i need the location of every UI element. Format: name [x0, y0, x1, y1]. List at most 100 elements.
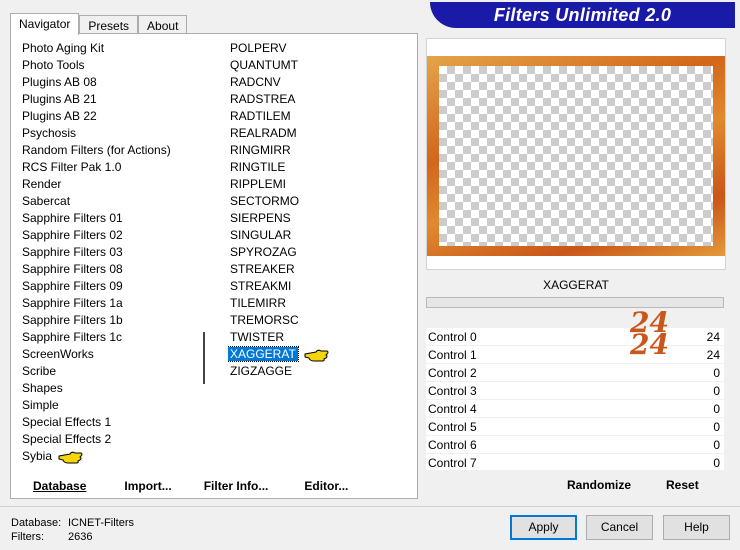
category-item[interactable]: Sapphire Filters 09 [20, 278, 200, 295]
control-value: 0 [713, 402, 720, 416]
cancel-button[interactable]: Cancel [586, 515, 653, 540]
control-row[interactable]: Control 6 0 [426, 436, 724, 454]
control-label: Control 1 [428, 348, 477, 362]
control-value: 0 [713, 384, 720, 398]
filter-item[interactable]: QUANTUMT [228, 57, 413, 74]
category-item[interactable]: Special Effects 1 [20, 414, 200, 431]
separator [0, 506, 740, 507]
category-scrollbar[interactable] [200, 40, 217, 470]
control-row[interactable]: Control 3 0 [426, 382, 724, 400]
help-button[interactable]: Help [663, 515, 730, 540]
category-item[interactable]: Photo Tools [20, 57, 200, 74]
control-label: Control 0 [428, 330, 477, 344]
filters-value: 2636 [68, 531, 93, 543]
category-item[interactable]: Sapphire Filters 1c [20, 329, 200, 346]
filter-list[interactable]: POLPERV QUANTUMT RADCNV RADSTREA RADTILEM REA… [228, 40, 413, 470]
control-value: 24 [706, 348, 720, 362]
filter-name: XAGGERAT [426, 274, 726, 296]
filter-item[interactable]: SINGULAR [228, 227, 413, 244]
value-annotation: 24 24 [630, 309, 680, 361]
category-item[interactable]: Sapphire Filters 1b [20, 312, 200, 329]
category-item[interactable]: Shapes [20, 380, 200, 397]
control-row[interactable]: Control 7 0 [426, 454, 724, 470]
category-item[interactable]: Sybia [20, 448, 200, 465]
category-item[interactable]: ScreenWorks [20, 346, 200, 363]
apply-button[interactable]: Apply [510, 515, 577, 540]
category-list[interactable]: Photo Aging Kit Photo Tools Plugins AB 08 P… [20, 40, 200, 470]
control-row[interactable]: Control 5 0 [426, 418, 724, 436]
randomize-button[interactable]: Randomize [567, 478, 631, 492]
filter-item[interactable]: RADTILEM [228, 108, 413, 125]
scroll-thumb[interactable] [203, 332, 205, 384]
category-item[interactable]: Plugins AB 08 [20, 74, 200, 91]
filter-item[interactable]: STREAKER [228, 261, 413, 278]
control-value: 0 [713, 438, 720, 452]
control-label: Control 4 [428, 402, 477, 416]
category-item[interactable]: Sapphire Filters 08 [20, 261, 200, 278]
preview-frame [427, 56, 725, 256]
control-value: 24 [706, 330, 720, 344]
filter-item[interactable]: RINGTILE [228, 159, 413, 176]
progress-bar [426, 297, 724, 308]
preview-panel [426, 38, 726, 270]
tab-navigator[interactable]: Navigator [10, 13, 80, 35]
category-item[interactable]: Sapphire Filters 03 [20, 244, 200, 261]
filter-item[interactable]: TREMORSC [228, 312, 413, 329]
preview-transparency [439, 66, 713, 246]
category-item[interactable]: Photo Aging Kit [20, 40, 200, 57]
control-label: Control 6 [428, 438, 477, 452]
filter-info-button[interactable]: Filter Info... [200, 479, 273, 493]
control-value: 0 [713, 456, 720, 470]
control-label: Control 5 [428, 420, 477, 434]
tab-bar: Navigator Presets About [10, 13, 188, 35]
filters-label: Filters: [11, 531, 44, 543]
filter-item[interactable]: STREAKMI [228, 278, 413, 295]
category-item[interactable]: Simple [20, 397, 200, 414]
footer-info: Database: ICNET-Filters Filters: 2636 [11, 516, 134, 544]
control-row[interactable]: Control 4 0 [426, 400, 724, 418]
database-button[interactable]: Database [29, 479, 90, 493]
filter-item[interactable]: RADSTREA [228, 91, 413, 108]
import-button[interactable]: Import... [120, 479, 175, 493]
category-item[interactable]: Sapphire Filters 1a [20, 295, 200, 312]
tab-presets[interactable]: Presets [79, 15, 139, 34]
control-label: Control 7 [428, 456, 477, 470]
filter-item[interactable]: XAGGERAT [228, 346, 413, 363]
reset-button[interactable]: Reset [666, 478, 699, 492]
filter-item[interactable]: TWISTER [228, 329, 413, 346]
category-item[interactable]: Psychosis [20, 125, 200, 142]
filter-item[interactable]: REALRADM [228, 125, 413, 142]
database-value: ICNET-Filters [68, 517, 134, 529]
title-banner: Filters Unlimited 2.0 [430, 2, 735, 28]
annotation-line-2: 24 [630, 328, 669, 361]
database-label: Database: [11, 517, 62, 529]
category-item[interactable]: Plugins AB 22 [20, 108, 200, 125]
filter-item[interactable]: TILEMIRR [228, 295, 413, 312]
editor-button[interactable]: Editor... [300, 479, 352, 493]
filter-item[interactable]: RINGMIRR [228, 142, 413, 159]
control-value: 0 [713, 366, 720, 380]
filter-item[interactable]: RADCNV [228, 74, 413, 91]
control-label: Control 3 [428, 384, 477, 398]
category-item[interactable]: RCS Filter Pak 1.0 [20, 159, 200, 176]
control-value: 0 [713, 420, 720, 434]
filter-item[interactable]: RIPPLEMI [228, 176, 413, 193]
filter-item[interactable]: ZIGZAGGE [228, 363, 413, 380]
category-item[interactable]: Sapphire Filters 01 [20, 210, 200, 227]
filter-item[interactable]: SECTORMO [228, 193, 413, 210]
tab-about[interactable]: About [138, 15, 188, 34]
control-row[interactable]: Control 2 0 [426, 364, 724, 382]
category-item[interactable]: Render [20, 176, 200, 193]
pointing-hand-icon [58, 451, 83, 464]
category-item[interactable]: Random Filters (for Actions) [20, 142, 200, 159]
filter-item[interactable]: SIERPENS [228, 210, 413, 227]
filter-item[interactable]: SPYROZAG [228, 244, 413, 261]
app-title: Filters Unlimited 2.0 [493, 5, 672, 25]
control-label: Control 2 [428, 366, 477, 380]
category-item[interactable]: Scribe [20, 363, 200, 380]
filter-item[interactable]: POLPERV [228, 40, 413, 57]
category-item[interactable]: Plugins AB 21 [20, 91, 200, 108]
category-item[interactable]: Sabercat [20, 193, 200, 210]
category-item[interactable]: Special Effects 2 [20, 431, 200, 448]
category-item[interactable]: Sapphire Filters 02 [20, 227, 200, 244]
